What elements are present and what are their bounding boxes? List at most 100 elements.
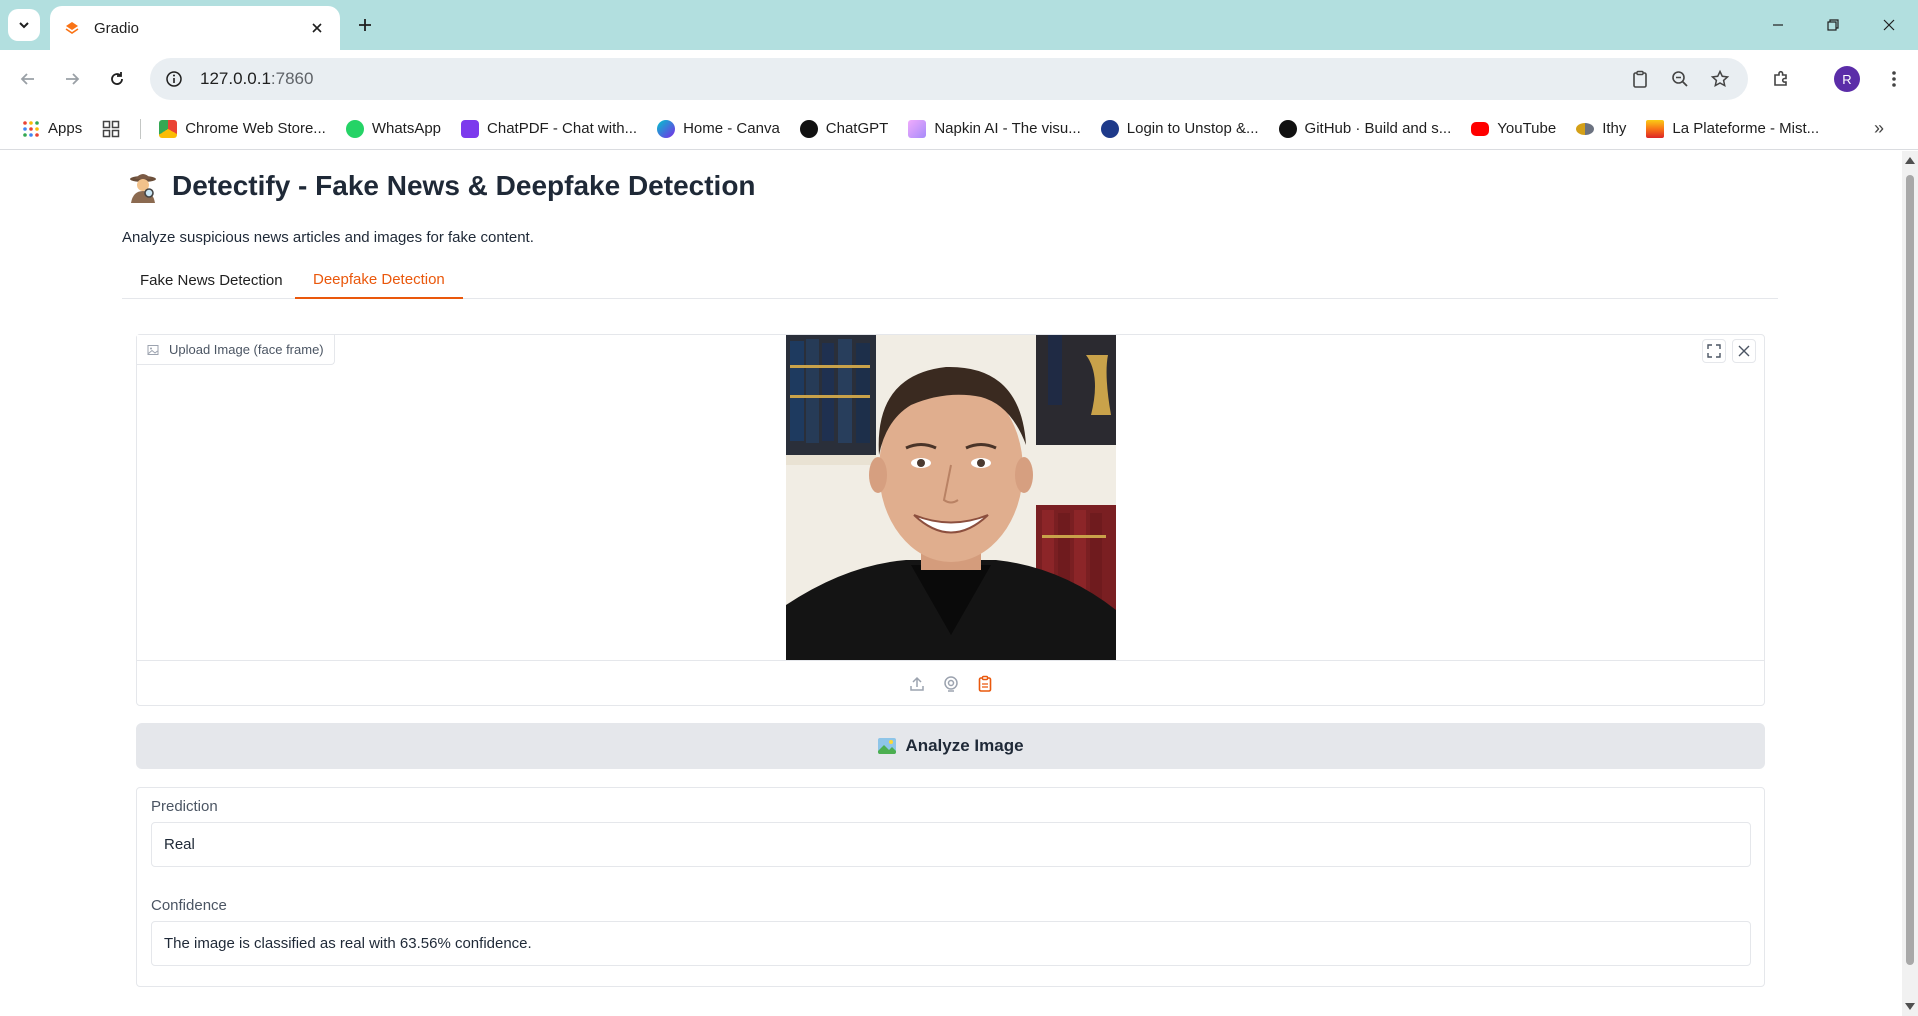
browser-menu-button[interactable] [1880,65,1908,93]
tab-groups-button[interactable] [102,120,120,138]
page-title: Detectify - Fake News & Deepfake Detecti… [126,169,756,203]
forward-button[interactable] [58,65,86,93]
napkin-icon [908,119,927,138]
reload-button[interactable] [103,65,131,93]
reload-icon [111,72,123,85]
close-tab-icon[interactable] [308,19,326,37]
unstop-icon [1100,119,1119,138]
tab-deepfake-detection[interactable]: Deepfake Detection [295,261,463,299]
close-icon [1738,345,1750,357]
bookmark-canva[interactable]: Home - Canva [657,119,780,138]
bookmark-ithy[interactable]: Ithy [1576,120,1626,137]
site-info-icon[interactable] [164,69,184,89]
bookmark-chrome-web-store[interactable]: Chrome Web Store... [159,119,326,138]
gradio-favicon-icon [65,22,79,34]
analyze-image-label: Analyze Image [905,736,1024,755]
uploaded-image-preview[interactable] [786,335,1116,660]
scrollbar-thumb[interactable] [1906,175,1914,965]
results-block: Prediction Real Confidence The image is … [136,787,1765,987]
whatsapp-icon [345,119,364,138]
more-bookmarks-icon[interactable]: » [1874,118,1884,139]
prediction-label: Prediction [151,798,218,815]
chatgpt-icon [799,119,818,138]
page-content: Detectify - Fake News & Deepfake Detecti… [0,151,1902,1016]
clipboard-icon[interactable] [1626,65,1654,93]
page-title-text: Detectify - Fake News & Deepfake Detecti… [172,170,756,201]
picture-icon [878,738,897,754]
upload-source-button[interactable] [906,673,928,695]
browser-tabstrip: Gradio [0,0,1918,50]
bookmark-whatsapp[interactable]: WhatsApp [345,119,442,138]
chevron-down-icon [19,22,29,29]
scroll-up-arrow[interactable] [1905,157,1915,164]
back-button[interactable] [14,65,42,93]
arrow-left-icon [20,73,34,85]
address-bar[interactable]: 127.0.0.1:7860 [150,58,1748,100]
browser-tab[interactable]: Gradio [50,6,340,50]
image-upload-label: Upload Image (face frame) [137,335,335,365]
ithy-icon [1576,122,1595,135]
detective-icon [130,174,156,203]
webcam-icon [943,675,958,692]
bookmark-label: Apps [48,120,83,137]
confidence-output[interactable]: The image is classified as real with 63.… [151,921,1751,966]
clipboard-icon [978,675,991,692]
puzzle-icon [1774,70,1787,86]
bookmark-chatpdf[interactable]: ChatPDF - Chat with... [461,119,637,138]
prediction-output[interactable]: Real [151,822,1751,867]
image-upload-block: Upload Image (face frame) [136,334,1765,706]
image-toolbar [1702,339,1756,363]
confidence-label: Confidence [151,897,227,914]
new-tab-button[interactable] [352,12,378,38]
clipboard-source-button[interactable] [974,673,996,695]
bookmark-star-icon[interactable] [1706,65,1734,93]
bookmark-label: YouTube [1497,120,1557,137]
tab-search-button[interactable] [8,9,40,41]
restore-button[interactable] [1820,12,1846,38]
url-text[interactable]: 127.0.0.1:7860 [200,69,1614,89]
canva-icon [657,119,676,138]
extensions-button[interactable] [1767,65,1795,93]
fullscreen-button[interactable] [1702,339,1726,363]
bookmark-label: Chrome Web Store... [185,120,326,137]
main-tabs: Fake News Detection Deepfake Detection [122,261,1778,299]
webcam-source-button[interactable] [940,673,962,695]
page-scrollbar[interactable] [1902,151,1918,1016]
bookmark-unstop[interactable]: Login to Unstop &... [1100,119,1259,138]
image-icon [147,344,159,355]
chatpdf-icon [461,119,480,138]
minimize-button[interactable] [1765,12,1791,38]
apps-grid-icon [23,120,39,137]
bookmark-label: Napkin AI - The visu... [934,120,1081,137]
bookmark-label: GitHub · Build and s... [1304,120,1452,137]
zoom-icon[interactable] [1666,65,1694,93]
browser-toolbar: 127.0.0.1:7860 [0,50,1918,108]
bookmark-napkin[interactable]: Napkin AI - The visu... [908,119,1081,138]
minimize-icon [1773,24,1783,26]
arrow-right-icon [66,73,80,85]
close-window-button[interactable] [1876,12,1902,38]
face-photo-image [786,335,1116,660]
bookmark-chatgpt[interactable]: ChatGPT [799,119,888,138]
tab-title: Gradio [94,19,140,37]
bookmark-mistral[interactable]: La Plateforme - Mist... [1646,119,1820,138]
bookmark-label: La Plateforme - Mist... [1672,120,1820,137]
bookmark-label: WhatsApp [371,120,442,137]
bookmark-label: Home - Canva [683,120,780,137]
youtube-icon [1471,121,1490,136]
tab-fake-news-detection[interactable]: Fake News Detection [122,261,301,299]
clear-image-button[interactable] [1732,339,1756,363]
page-description: Analyze suspicious news articles and ima… [122,229,534,246]
bookmark-github[interactable]: GitHub · Build and s... [1278,119,1452,138]
image-source-bar [137,660,1764,706]
close-icon [1883,19,1895,31]
analyze-image-button[interactable]: Analyze Image [136,723,1765,769]
github-icon [1278,119,1297,138]
chrome-web-store-icon [159,119,178,138]
bookmark-apps[interactable]: Apps [22,120,82,138]
upload-icon [909,676,924,691]
profile-avatar[interactable]: R [1834,66,1860,92]
bookmark-youtube[interactable]: YouTube [1471,120,1556,137]
mistral-icon [1646,119,1665,138]
scroll-down-arrow[interactable] [1905,1003,1915,1010]
